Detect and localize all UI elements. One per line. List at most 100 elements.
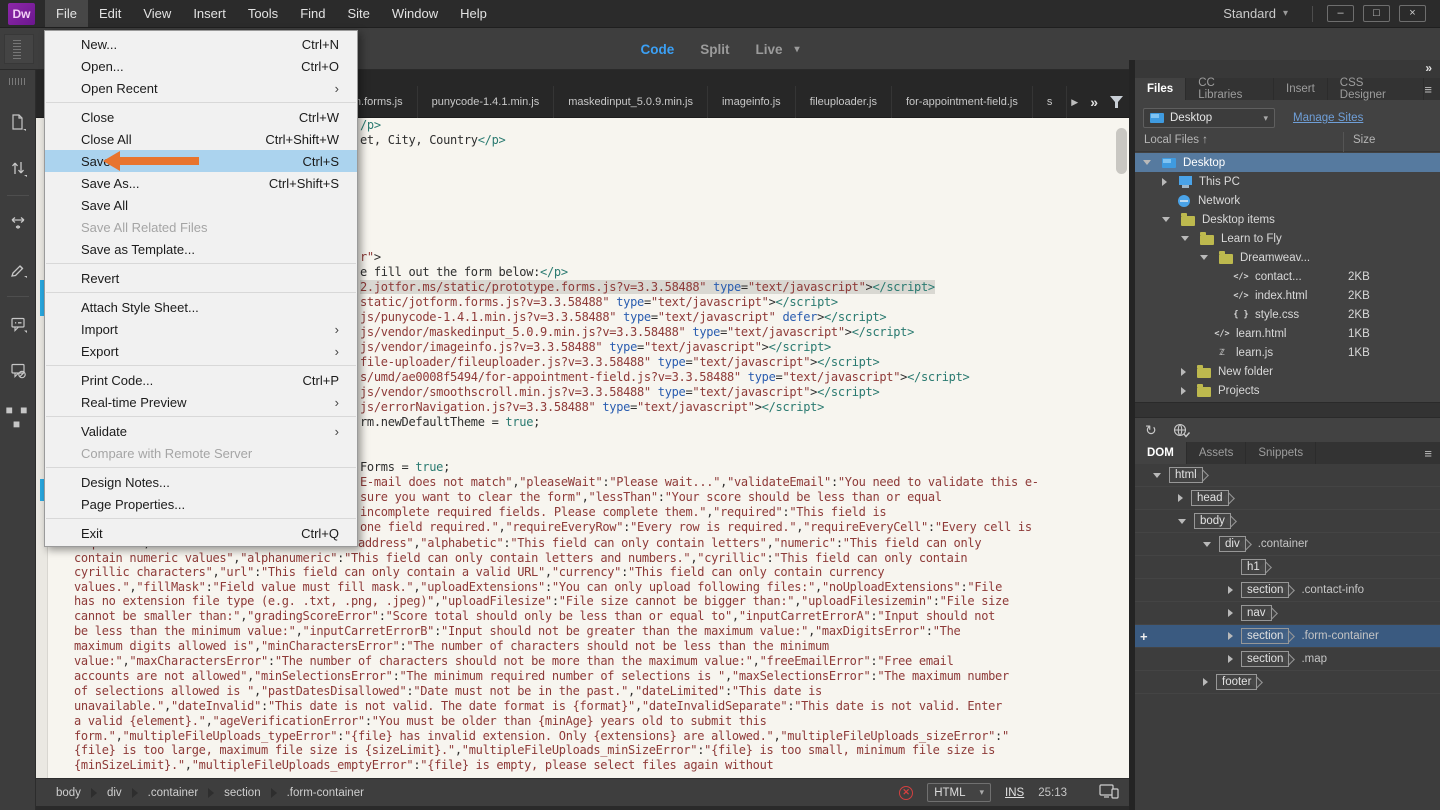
- menu-item-revert[interactable]: Revert: [45, 267, 357, 289]
- file-tab-for-appointment-field-js[interactable]: for-appointment-field.js: [892, 86, 1033, 118]
- file-tree-item-desktop-items[interactable]: Desktop items: [1135, 210, 1440, 229]
- menubar-item-help[interactable]: Help: [449, 0, 498, 27]
- menubar-item-tools[interactable]: Tools: [237, 0, 289, 27]
- chevron-right-icon[interactable]: [1178, 494, 1183, 502]
- site-select[interactable]: Desktop ▾: [1143, 108, 1275, 128]
- tab-snippets[interactable]: Snippets: [1246, 442, 1316, 464]
- file-tree-item-network[interactable]: Network: [1135, 191, 1440, 210]
- menubar-item-insert[interactable]: Insert: [182, 0, 237, 27]
- dom-tree-item-html[interactable]: html: [1135, 464, 1440, 487]
- breadcrumb-body[interactable]: body: [48, 787, 89, 799]
- menu-item-design-notes[interactable]: Design Notes...: [45, 471, 357, 493]
- tab-split-view[interactable]: Split: [700, 42, 729, 57]
- file-tree-item-dreamweav[interactable]: Dreamweav...: [1135, 248, 1440, 267]
- chevron-right-icon[interactable]: [1162, 178, 1167, 186]
- menu-item-attach-style-sheet[interactable]: Attach Style Sheet...: [45, 296, 357, 318]
- breadcrumb-section[interactable]: section: [216, 787, 268, 799]
- menu-item-save-all[interactable]: Save All: [45, 194, 357, 216]
- chevron-right-icon[interactable]: [1228, 632, 1233, 640]
- panel-menu-icon[interactable]: ≡: [1424, 78, 1440, 100]
- dom-tree-item-head[interactable]: head: [1135, 487, 1440, 510]
- menubar-item-edit[interactable]: Edit: [88, 0, 132, 27]
- menu-item-exit[interactable]: ExitCtrl+Q: [45, 522, 357, 544]
- tab-files[interactable]: Files: [1135, 78, 1186, 100]
- file-tree-item-this-pc[interactable]: This PC: [1135, 172, 1440, 191]
- menu-item-open-recent[interactable]: Open Recent›: [45, 77, 357, 99]
- breadcrumb-div[interactable]: div: [99, 787, 130, 799]
- dom-tree-item-section-contact-info[interactable]: section.contact-info: [1135, 579, 1440, 602]
- file-tree-item-style-css[interactable]: { }style.css2KB: [1135, 305, 1440, 324]
- menu-item-export[interactable]: Export›: [45, 340, 357, 362]
- menu-item-save-as[interactable]: Save As...Ctrl+Shift+S: [45, 172, 357, 194]
- close-button[interactable]: ×: [1399, 5, 1426, 22]
- file-tree-item-new-folder[interactable]: New folder: [1135, 362, 1440, 381]
- device-preview-icon[interactable]: [1099, 783, 1119, 802]
- publish-globe-icon[interactable]: [1173, 423, 1191, 438]
- error-indicator-icon[interactable]: ✕: [899, 786, 913, 800]
- next-tab-icon[interactable]: ▶: [1071, 97, 1078, 108]
- chevron-down-icon[interactable]: [1153, 473, 1161, 478]
- tab-assets[interactable]: Assets: [1187, 442, 1247, 464]
- dom-tree-item-footer[interactable]: footer: [1135, 671, 1440, 694]
- chevron-down-icon[interactable]: [1178, 519, 1186, 524]
- panel-menu-icon[interactable]: ≡: [1424, 442, 1440, 464]
- dom-tree-item-div-container[interactable]: div.container: [1135, 533, 1440, 556]
- menu-item-close-all[interactable]: Close AllCtrl+Shift+W: [45, 128, 357, 150]
- sort-lines-icon[interactable]: [0, 145, 36, 191]
- add-element-icon[interactable]: +: [1140, 629, 1148, 644]
- minimize-button[interactable]: –: [1327, 5, 1354, 22]
- more-tools-icon[interactable]: ■ ■ ■: [0, 403, 35, 431]
- menu-item-close[interactable]: CloseCtrl+W: [45, 106, 357, 128]
- menubar-item-file[interactable]: File: [45, 0, 88, 27]
- chevron-right-icon[interactable]: [1228, 655, 1233, 663]
- collapse-panels-icon[interactable]: »: [1425, 61, 1432, 75]
- menu-item-real-time-preview[interactable]: Real-time Preview›: [45, 391, 357, 413]
- file-tree-item-learn-js[interactable]: ℤlearn.js1KB: [1135, 343, 1440, 362]
- file-tab-maskedinput-5-0-9-min-js[interactable]: maskedinput_5.0.9.min.js: [554, 86, 708, 118]
- refresh-icon[interactable]: ↻: [1145, 422, 1157, 439]
- file-tree-item-desktop[interactable]: Desktop: [1135, 153, 1440, 172]
- menu-item-validate[interactable]: Validate›: [45, 420, 357, 442]
- chevron-right-icon[interactable]: [1228, 586, 1233, 594]
- file-tree-item-contact[interactable]: </>contact...2KB: [1135, 267, 1440, 286]
- breadcrumb-form-container[interactable]: .form-container: [279, 787, 372, 799]
- dom-tree-item-nav[interactable]: nav: [1135, 602, 1440, 625]
- file-tree-item-learn-html[interactable]: </>learn.html1KB: [1135, 324, 1440, 343]
- menu-item-new[interactable]: New...Ctrl+N: [45, 33, 357, 55]
- dom-tree-item-section-map[interactable]: section.map: [1135, 648, 1440, 671]
- tab-cc-libraries[interactable]: CC Libraries: [1186, 78, 1274, 100]
- insert-mode-toggle[interactable]: INS: [1005, 787, 1024, 799]
- dom-tree-item-body[interactable]: body: [1135, 510, 1440, 533]
- local-files-header[interactable]: Local Files ↑: [1144, 134, 1208, 146]
- tab-css-designer[interactable]: CSS Designer: [1328, 78, 1425, 100]
- workspace-switcher[interactable]: Standard ▾: [1209, 6, 1302, 21]
- chevron-down-icon[interactable]: [1200, 255, 1208, 260]
- file-tree-item-index-html[interactable]: </>index.html2KB: [1135, 286, 1440, 305]
- tab-dom[interactable]: DOM: [1135, 442, 1187, 464]
- chevron-down-icon[interactable]: [1203, 542, 1211, 547]
- tab-live-view[interactable]: Live: [755, 42, 782, 57]
- dom-tree-item-section-form-container[interactable]: +section.form-container: [1135, 625, 1440, 648]
- file-tree-item-projects[interactable]: Projects: [1135, 381, 1440, 400]
- manage-sites-link[interactable]: Manage Sites: [1293, 112, 1363, 124]
- format-source-icon[interactable]: [0, 246, 36, 292]
- menu-item-page-properties[interactable]: Page Properties...: [45, 493, 357, 515]
- chevron-down-icon[interactable]: [1143, 160, 1151, 165]
- open-documents-icon[interactable]: [0, 99, 36, 145]
- chevron-down-icon[interactable]: [1162, 217, 1170, 222]
- menu-item-save[interactable]: SaveCtrl+S: [45, 150, 357, 172]
- chevron-right-icon[interactable]: [1203, 678, 1208, 686]
- tab-insert[interactable]: Insert: [1274, 78, 1328, 100]
- menu-item-open[interactable]: Open...Ctrl+O: [45, 55, 357, 77]
- menu-item-import[interactable]: Import›: [45, 318, 357, 340]
- word-wrap-icon[interactable]: [0, 200, 36, 246]
- menubar-item-find[interactable]: Find: [289, 0, 336, 27]
- filter-icon[interactable]: [1110, 96, 1124, 109]
- panel-splitter[interactable]: [1135, 402, 1440, 418]
- maximize-button[interactable]: □: [1363, 5, 1390, 22]
- vertical-scrollbar-thumb[interactable]: [1116, 128, 1127, 174]
- menubar-item-site[interactable]: Site: [336, 0, 380, 27]
- chevron-down-icon[interactable]: ▾: [794, 44, 799, 55]
- file-tab-s[interactable]: s: [1033, 86, 1068, 118]
- menubar-item-view[interactable]: View: [132, 0, 182, 27]
